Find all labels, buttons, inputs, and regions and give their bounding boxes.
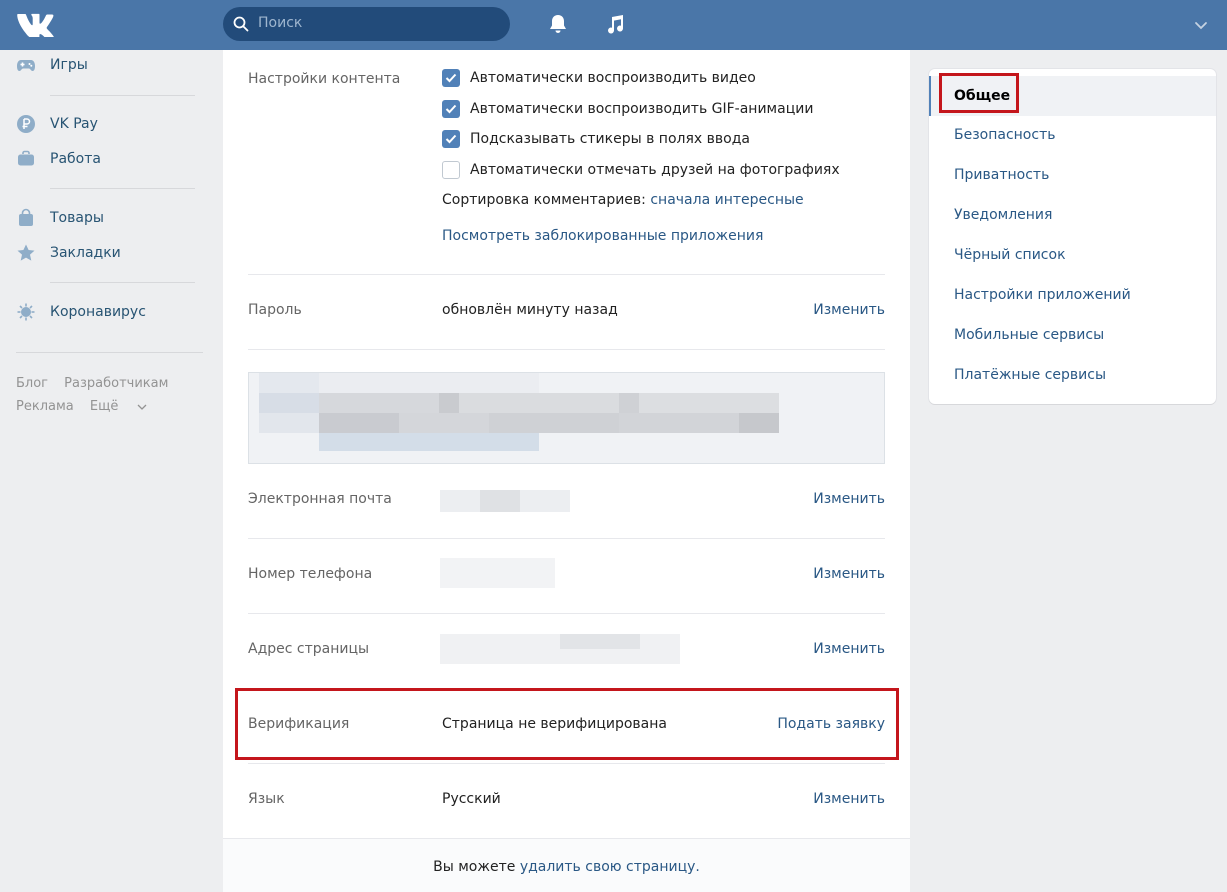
change-phone-link[interactable]: Изменить	[813, 566, 885, 582]
sidebar-item-vkpay[interactable]: VK Pay	[16, 112, 98, 136]
password-label: Пароль	[248, 302, 302, 318]
footer-links-2: Реклама Ещё	[16, 399, 159, 414]
menu-item-payment-services[interactable]: Платёжные сервисы	[954, 367, 1106, 383]
language-label: Язык	[248, 791, 285, 807]
divider	[50, 188, 195, 189]
menu-item-app-settings[interactable]: Настройки приложений	[954, 287, 1131, 303]
developers-link[interactable]: Разработчикам	[64, 376, 168, 391]
search-box[interactable]: Поиск	[223, 7, 510, 41]
checkbox-auto-tag-friends[interactable]: Автоматически отмечать друзей на фотогра…	[442, 161, 840, 179]
chevron-down-icon	[137, 404, 146, 410]
search-icon	[233, 16, 249, 32]
divider	[248, 274, 885, 275]
redacted-email-part	[480, 490, 520, 512]
sidebar-item-jobs[interactable]: Работа	[16, 147, 101, 171]
ruble-icon	[17, 115, 35, 133]
comments-sort-link[interactable]: сначала интересные	[650, 192, 803, 208]
top-header: Поиск	[0, 0, 1227, 50]
sidebar-item-bookmarks[interactable]: Закладки	[16, 241, 121, 265]
divider	[50, 282, 195, 283]
bell-icon[interactable]	[546, 12, 570, 36]
more-link[interactable]: Ещё	[90, 399, 147, 414]
footer-links: Блог Разработчикам	[16, 376, 180, 391]
content-settings-label: Настройки контента	[248, 71, 401, 87]
change-address-link[interactable]: Изменить	[813, 641, 885, 657]
delete-page-strip: Вы можете удалить свою страницу.	[223, 838, 910, 892]
vk-logo-icon[interactable]	[16, 11, 58, 37]
shopping-bag-icon	[19, 208, 33, 226]
blog-link[interactable]: Блог	[16, 376, 48, 391]
change-email-link[interactable]: Изменить	[813, 491, 885, 507]
gamepad-icon	[17, 60, 35, 71]
comments-sort: Сортировка комментариев: сначала интерес…	[442, 192, 804, 208]
settings-menu: Общее Безопасность Приватность Уведомлен…	[929, 69, 1216, 404]
divider	[248, 613, 885, 614]
ads-link[interactable]: Реклама	[16, 399, 74, 414]
divider	[248, 538, 885, 539]
settings-panel: Настройки контента Автоматически воспрои…	[223, 50, 910, 892]
email-label: Электронная почта	[248, 491, 392, 507]
search-input[interactable]: Поиск	[258, 15, 302, 31]
sidebar-item-games[interactable]: Игры	[16, 53, 88, 77]
checkbox-checked-icon[interactable]	[442, 100, 460, 118]
divider	[50, 95, 195, 96]
checkbox-checked-icon[interactable]	[442, 130, 460, 148]
pixelated-redacted-block	[248, 372, 885, 464]
redacted-phone	[440, 558, 555, 588]
menu-item-mobile-services[interactable]: Мобильные сервисы	[954, 327, 1104, 343]
checkbox-autoplay-video[interactable]: Автоматически воспроизводить видео	[442, 69, 756, 87]
change-password-link[interactable]: Изменить	[813, 302, 885, 318]
language-value: Русский	[442, 791, 501, 807]
sidebar-item-market[interactable]: Товары	[16, 206, 104, 230]
checkbox-autoplay-gif[interactable]: Автоматически воспроизводить GIF-анимаци…	[442, 100, 813, 118]
music-icon[interactable]	[603, 12, 627, 36]
change-language-link[interactable]: Изменить	[813, 791, 885, 807]
menu-item-blacklist[interactable]: Чёрный список	[954, 247, 1066, 263]
sidebar-item-coronavirus[interactable]: Коронавирус	[16, 300, 146, 324]
divider	[16, 352, 203, 353]
page-address-label: Адрес страницы	[248, 641, 370, 657]
menu-item-security[interactable]: Безопасность	[954, 127, 1055, 143]
divider	[248, 763, 885, 764]
menu-item-privacy[interactable]: Приватность	[954, 167, 1049, 183]
briefcase-icon	[18, 150, 34, 166]
divider	[248, 349, 885, 350]
chevron-down-icon[interactable]	[1193, 17, 1209, 33]
delete-page-text: Вы можете удалить свою страницу.	[433, 859, 700, 875]
delete-page-link[interactable]: удалить свою страницу	[520, 859, 696, 875]
highlight-box-verification	[235, 688, 899, 760]
menu-item-notifications[interactable]: Уведомления	[954, 207, 1052, 223]
phone-label: Номер телефона	[248, 566, 373, 582]
checkbox-sticker-hints[interactable]: Подсказывать стикеры в полях ввода	[442, 130, 750, 148]
checkbox-unchecked-icon[interactable]	[442, 161, 460, 179]
redacted-address-part	[560, 634, 640, 649]
blocked-apps-link[interactable]: Посмотреть заблокированные приложения	[442, 228, 763, 244]
star-icon	[17, 244, 35, 261]
virus-icon	[17, 303, 35, 321]
password-value: обновлён минуту назад	[442, 302, 618, 318]
checkbox-checked-icon[interactable]	[442, 69, 460, 87]
highlight-box-general	[939, 73, 1019, 113]
